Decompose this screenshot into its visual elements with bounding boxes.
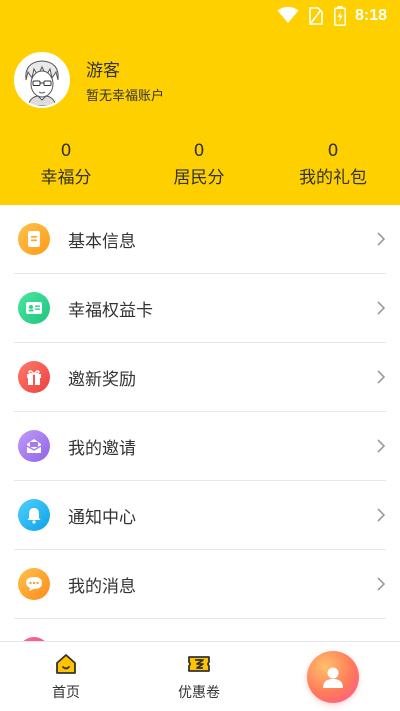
stat-label: 幸福分 <box>40 168 92 188</box>
menu-item-my-invitations[interactable]: 我的邀请 <box>0 412 400 481</box>
gift-icon <box>18 361 50 393</box>
chat-bubble-icon <box>18 568 50 600</box>
menu-item-label: 我的消息 <box>68 577 136 597</box>
stat-resident-points[interactable]: 0 居民分 <box>144 141 254 189</box>
bell-icon <box>18 499 50 531</box>
tab-home[interactable]: 首页 <box>6 642 126 711</box>
stat-label: 我的礼包 <box>299 168 367 188</box>
coupon-icon <box>188 656 210 672</box>
stat-label: 居民分 <box>173 168 225 188</box>
chevron-right-icon <box>377 508 386 522</box>
home-icon <box>56 654 76 674</box>
avatar[interactable] <box>14 52 70 108</box>
chevron-right-icon <box>377 301 386 315</box>
menu-item-label: 幸福权益卡 <box>68 301 153 321</box>
stat-my-gift-packs[interactable]: 0 我的礼包 <box>278 141 388 189</box>
tab-coupons-label: 优惠卷 <box>178 685 220 701</box>
id-card-icon <box>18 292 50 324</box>
wifi-icon <box>277 6 299 23</box>
menu-item-label: 邀新奖励 <box>68 370 136 390</box>
stat-value: 0 <box>193 141 205 161</box>
stat-happiness-points[interactable]: 0 幸福分 <box>11 141 121 189</box>
avatar-illustration-icon <box>16 54 68 106</box>
status-time: 8:18 <box>355 7 388 24</box>
menu-item-benefit-card[interactable]: 幸福权益卡 <box>0 274 400 343</box>
menu-item-my-messages[interactable]: 我的消息 <box>0 550 400 619</box>
menu-item-invite-rewards[interactable]: 邀新奖励 <box>0 343 400 412</box>
envelope-icon <box>18 430 50 462</box>
profile-header: 8:18 游客 暂无幸福账户 0 幸福分 0 居民分 0 我的礼包 <box>0 0 400 205</box>
menu-item-notification-center[interactable]: 通知中心 <box>0 481 400 550</box>
status-bar: 8:18 <box>0 0 400 32</box>
menu-item-label: 基本信息 <box>68 232 136 252</box>
menu-item-label: 我的邀请 <box>68 439 136 459</box>
tab-home-label: 首页 <box>52 685 80 701</box>
document-icon <box>18 223 50 255</box>
chevron-right-icon <box>377 439 386 453</box>
chevron-right-icon <box>377 577 386 591</box>
battery-icon <box>334 6 346 26</box>
chevron-right-icon <box>377 370 386 384</box>
menu-list: 基本信息 幸福权益卡 邀新奖励 我的邀请 通知中心 我的消息 <box>0 205 400 641</box>
stat-value: 0 <box>327 141 339 161</box>
chevron-right-icon <box>377 232 386 246</box>
stat-value: 0 <box>60 141 72 161</box>
menu-item-basic-info[interactable]: 基本信息 <box>0 205 400 274</box>
account-status: 暂无幸福账户 <box>86 89 165 104</box>
tab-profile-button[interactable] <box>307 651 359 703</box>
username: 游客 <box>86 61 120 81</box>
tab-coupons[interactable]: 优惠卷 <box>139 642 259 711</box>
sim-card-icon <box>309 7 323 25</box>
menu-item-label: 通知中心 <box>68 508 136 528</box>
user-icon <box>323 667 343 688</box>
menu-item-partial[interactable] <box>0 619 400 641</box>
